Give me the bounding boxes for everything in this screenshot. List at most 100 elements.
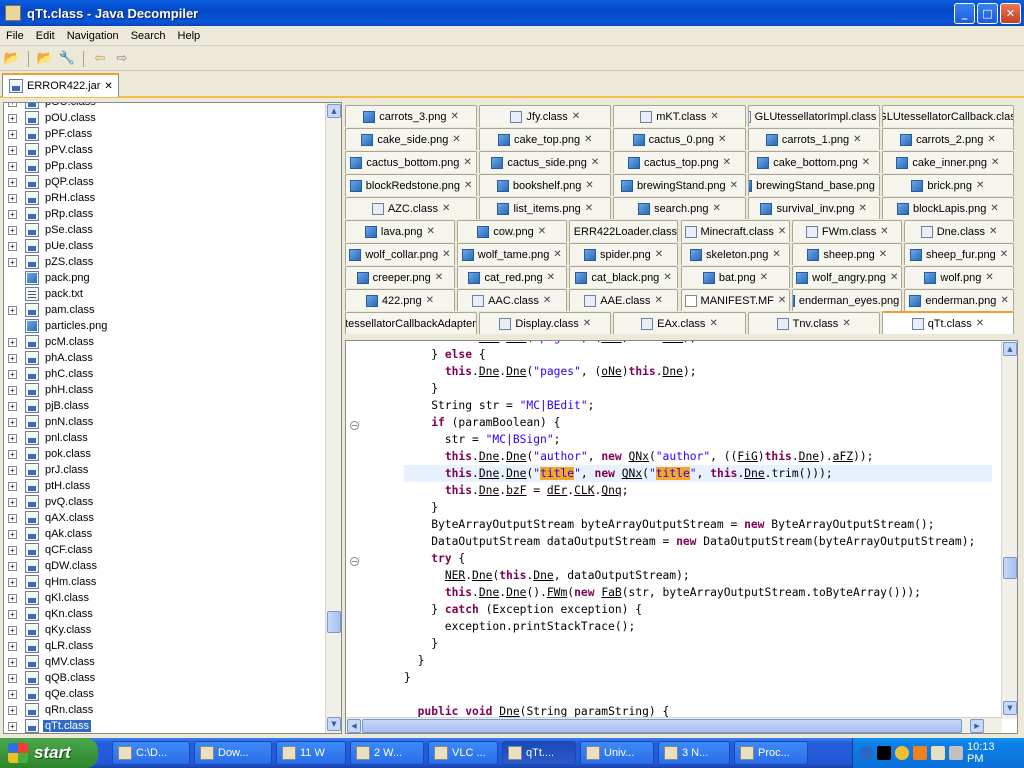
expand-plus-icon[interactable]: + xyxy=(8,641,17,651)
close-icon[interactable]: ✕ xyxy=(760,272,768,283)
open-file-icon[interactable]: 📂 xyxy=(3,50,21,68)
tree-item[interactable]: + qMV.class xyxy=(4,654,326,670)
editor-tab[interactable]: cat_red.png ✕ xyxy=(456,266,567,288)
expand-plus-icon[interactable]: + xyxy=(8,401,17,411)
expand-plus-icon[interactable]: + xyxy=(8,145,17,155)
back-arrow-icon[interactable] xyxy=(859,746,873,760)
close-icon[interactable]: ✕ xyxy=(442,249,450,260)
expand-plus-icon[interactable]: + xyxy=(8,689,17,699)
expand-plus-icon[interactable]: + xyxy=(8,577,17,587)
close-icon[interactable]: ✕ xyxy=(104,81,112,92)
editor-tab[interactable]: survival_inv.png ✕ xyxy=(747,197,880,219)
expand-plus-icon[interactable]: + xyxy=(8,529,17,539)
editor-tab[interactable]: cake_side.png ✕ xyxy=(345,128,478,150)
fold-toggle-icon[interactable]: − xyxy=(350,421,359,430)
tree-item[interactable]: + pvQ.class xyxy=(4,494,326,510)
start-button[interactable]: start xyxy=(0,738,98,768)
taskbar-task-button[interactable]: 2 W... xyxy=(350,741,424,765)
editor-tab[interactable]: cake_inner.png ✕ xyxy=(881,151,1014,173)
scrollbar-thumb[interactable] xyxy=(1003,557,1017,579)
close-icon[interactable]: ✕ xyxy=(654,295,662,306)
tree-item[interactable]: + pPF.class xyxy=(4,126,326,142)
editor-tab[interactable]: sheep_fur.png ✕ xyxy=(904,243,1014,265)
tree-item[interactable]: + qQe.class xyxy=(4,686,326,702)
expand-plus-icon[interactable]: + xyxy=(8,465,17,475)
editor-tab[interactable]: cow.png ✕ xyxy=(456,220,567,242)
expand-plus-icon[interactable]: + xyxy=(8,593,17,603)
editor-tab[interactable]: blockLapis.png ✕ xyxy=(881,197,1014,219)
close-icon[interactable]: ✕ xyxy=(451,111,459,122)
code-horizontal-scrollbar[interactable]: ◀ ▶ xyxy=(346,717,1002,733)
editor-tab[interactable]: brewingStand.png ✕ xyxy=(613,174,746,196)
tree-item[interactable]: + qHm.class xyxy=(4,574,326,590)
back-arrow-icon[interactable]: ⇦ xyxy=(91,50,109,68)
close-icon[interactable]: ✕ xyxy=(584,134,592,145)
open-type-icon[interactable]: 🔧 xyxy=(58,50,76,68)
tree-item[interactable]: + qKn.class xyxy=(4,606,326,622)
expand-plus-icon[interactable]: + xyxy=(8,129,17,139)
scroll-right-icon[interactable]: ▶ xyxy=(970,719,984,733)
close-icon[interactable]: ✕ xyxy=(879,180,880,191)
editor-tab[interactable]: bookshelf.png ✕ xyxy=(479,174,612,196)
close-button[interactable]: ✕ xyxy=(1000,3,1021,24)
tree-item[interactable]: + qKl.class xyxy=(4,590,326,606)
close-icon[interactable]: ✕ xyxy=(880,226,888,237)
close-icon[interactable]: ✕ xyxy=(723,157,731,168)
close-icon[interactable]: ✕ xyxy=(879,249,887,260)
close-icon[interactable]: ✕ xyxy=(890,272,898,283)
expand-plus-icon[interactable]: + xyxy=(8,625,17,635)
tree-item[interactable]: + pPp.class xyxy=(4,158,326,174)
menu-edit[interactable]: Edit xyxy=(30,30,61,42)
close-icon[interactable]: ✕ xyxy=(987,134,995,145)
close-icon[interactable]: ✕ xyxy=(547,272,555,283)
close-icon[interactable]: ✕ xyxy=(989,226,997,237)
tree-item[interactable]: pack.png xyxy=(4,270,326,286)
editor-tab[interactable]: 422.png ✕ xyxy=(345,289,455,311)
editor-tab[interactable]: carrots_1.png ✕ xyxy=(747,128,880,150)
editor-tab[interactable]: brick.png ✕ xyxy=(881,174,1014,196)
editor-tab[interactable]: cat_black.png ✕ xyxy=(568,266,679,288)
editor-tab[interactable]: skeleton.png ✕ xyxy=(680,243,791,265)
close-icon[interactable]: ✕ xyxy=(772,249,780,260)
close-icon[interactable]: ✕ xyxy=(1000,295,1008,306)
editor-tab[interactable]: qTt.class ✕ xyxy=(881,311,1014,334)
shield-icon[interactable] xyxy=(895,746,909,760)
editor-tab[interactable]: carrots_3.png ✕ xyxy=(345,105,478,127)
close-icon[interactable]: ✕ xyxy=(435,272,443,283)
close-icon[interactable]: ✕ xyxy=(585,180,593,191)
tree-item[interactable]: + pnl.class xyxy=(4,430,326,446)
minimize-button[interactable]: _ xyxy=(954,3,975,24)
scrollbar-thumb[interactable] xyxy=(362,719,962,733)
editor-tab[interactable]: GLUtessellatorImpl.class✕ xyxy=(747,105,880,127)
close-icon[interactable]: ✕ xyxy=(985,272,993,283)
editor-tab[interactable]: wolf_angry.png ✕ xyxy=(792,266,903,288)
tree-item[interactable]: + pUe.class xyxy=(4,238,326,254)
expand-plus-icon[interactable]: + xyxy=(8,385,17,395)
expand-plus-icon[interactable]: + xyxy=(8,241,17,251)
close-icon[interactable]: ✕ xyxy=(553,249,561,260)
editor-tab[interactable]: AAE.class ✕ xyxy=(568,289,679,311)
cmd-icon[interactable] xyxy=(877,746,891,760)
expand-plus-icon[interactable]: + xyxy=(8,417,17,427)
taskbar-task-button[interactable]: qTt.... xyxy=(502,741,576,765)
close-icon[interactable]: ✕ xyxy=(655,249,663,260)
tree-item[interactable]: + qRn.class xyxy=(4,702,326,718)
editor-tab[interactable]: carrots_2.png ✕ xyxy=(881,128,1014,150)
menu-navigation[interactable]: Navigation xyxy=(61,30,125,42)
tree-item[interactable]: + qQB.class xyxy=(4,670,326,686)
editor-tab[interactable]: wolf.png ✕ xyxy=(904,266,1014,288)
expand-plus-icon[interactable]: + xyxy=(8,705,17,715)
expand-plus-icon[interactable]: + xyxy=(8,161,17,171)
close-icon[interactable]: ✕ xyxy=(718,134,726,145)
tree-item[interactable]: + phC.class xyxy=(4,366,326,382)
code-editor[interactable]: − − this.Dne.Dne("pages", (oNe)this.Dne)… xyxy=(345,340,1018,734)
close-icon[interactable]: ✕ xyxy=(853,134,861,145)
search-icon[interactable] xyxy=(931,746,945,760)
expand-plus-icon[interactable]: + xyxy=(8,353,17,363)
maximize-button[interactable]: □ xyxy=(977,3,998,24)
tree-item[interactable]: + pcM.class xyxy=(4,334,326,350)
tree-item[interactable]: + pPV.class xyxy=(4,142,326,158)
scroll-down-icon[interactable]: ▼ xyxy=(1003,701,1017,715)
expand-plus-icon[interactable]: + xyxy=(8,433,17,443)
expand-plus-icon[interactable]: + xyxy=(8,673,17,683)
